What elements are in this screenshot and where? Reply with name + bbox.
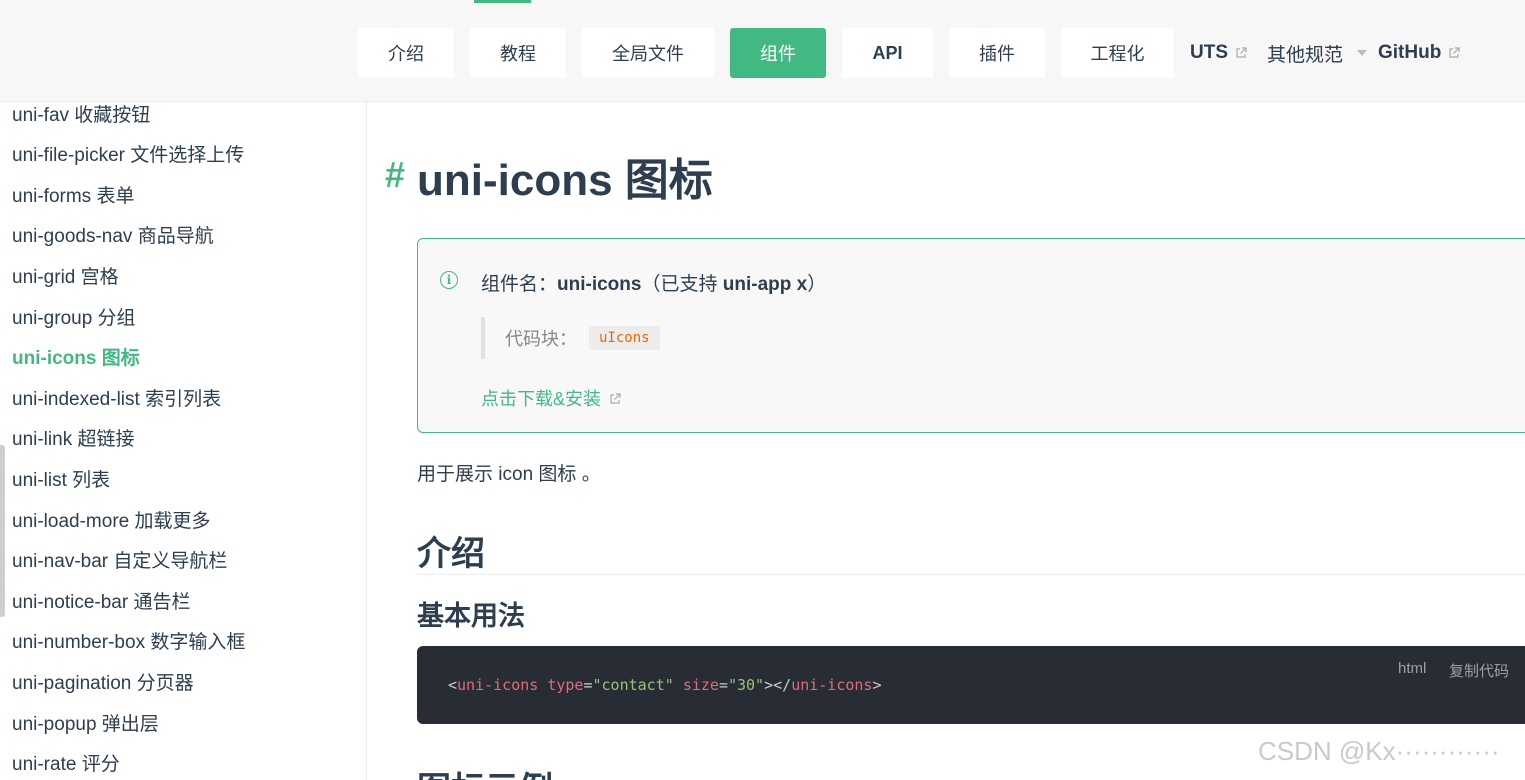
sidebar-item-uni-pagination[interactable]: uni-pagination 分页器 xyxy=(12,668,194,695)
section-heading-icon-examples: 图标示例 xyxy=(417,762,553,780)
sidebar-item-uni-nav-bar[interactable]: uni-nav-bar 自定义导航栏 xyxy=(12,546,227,573)
main-content: # uni-icons 图标 i 组件名：uni-icons（已支持 uni-a… xyxy=(367,102,1525,780)
code-token: size xyxy=(682,676,719,694)
header-anchor-link[interactable]: # xyxy=(385,154,405,196)
info-support: uni-app x xyxy=(722,274,808,295)
sidebar-item-uni-fav[interactable]: uni-fav 收藏按钮 xyxy=(12,102,150,127)
download-link-label: 点击下载&安装 xyxy=(481,389,602,409)
sidebar-item-uni-notice-bar[interactable]: uni-notice-bar 通告栏 xyxy=(12,587,190,614)
nav-intro-button[interactable]: 介绍 xyxy=(358,28,454,78)
sidebar-item-uni-number-box[interactable]: uni-number-box 数字输入框 xyxy=(12,627,245,654)
info-box: i 组件名：uni-icons（已支持 uni-app x） 代码块： uIco… xyxy=(417,238,1525,433)
code-language-label: html xyxy=(1398,660,1427,677)
code-token: < xyxy=(448,676,458,694)
caret-down-icon xyxy=(1357,50,1368,56)
sidebar: uni-fav 收藏按钮 uni-file-picker 文件选择上传 uni-… xyxy=(0,102,367,780)
download-install-link[interactable]: 点击下载&安装 xyxy=(481,385,621,411)
code-token: "contact" xyxy=(592,676,674,694)
code-block: html 复制代码 <uni-icons type="contact" size… xyxy=(417,646,1525,724)
nav-other-specs-dropdown[interactable]: 其他规范 xyxy=(1267,40,1368,66)
nav-engineering-button[interactable]: 工程化 xyxy=(1061,28,1174,78)
info-component-name: uni-icons xyxy=(557,274,642,295)
heading-divider xyxy=(417,574,1525,575)
code-token: uni-icons xyxy=(457,676,539,694)
sidebar-item-uni-load-more[interactable]: uni-load-more 加载更多 xyxy=(12,506,211,533)
info-title: 组件名：uni-icons（已支持 uni-app x） xyxy=(481,269,826,296)
nav-global-files-button[interactable]: 全局文件 xyxy=(582,28,714,78)
sidebar-item-uni-group[interactable]: uni-group 分组 xyxy=(12,303,136,330)
nav-uts-label: UTS xyxy=(1190,42,1228,63)
copy-code-button[interactable]: 复制代码 xyxy=(1449,660,1509,681)
code-token: type xyxy=(547,676,584,694)
code-token: uni-icons xyxy=(791,676,873,694)
sidebar-item-uni-file-picker[interactable]: uni-file-picker 文件选择上传 xyxy=(12,140,244,167)
info-paren-close: ） xyxy=(807,274,827,295)
info-icon: i xyxy=(440,271,458,289)
sidebar-item-uni-popup[interactable]: uni-popup 弹出层 xyxy=(12,709,159,736)
code-token: > xyxy=(872,676,882,694)
external-link-icon xyxy=(610,393,621,404)
watermark: CSDN @Kx············ xyxy=(1258,736,1500,766)
section-heading-intro: 介绍 xyxy=(417,535,485,573)
sidebar-item-uni-grid[interactable]: uni-grid 宫格 xyxy=(12,262,119,289)
external-link-icon xyxy=(1236,47,1247,58)
sidebar-item-uni-icons[interactable]: uni-icons 图标 xyxy=(12,343,140,370)
info-prefix: 组件名： xyxy=(481,274,558,295)
sidebar-item-uni-goods-nav[interactable]: uni-goods-nav 商品导航 xyxy=(12,221,214,248)
nav-tutorial-button[interactable]: 教程 xyxy=(470,28,566,78)
info-paren-open: （已支持 xyxy=(641,274,723,295)
inline-code-snippet: uIcons xyxy=(589,326,660,350)
sidebar-item-uni-list[interactable]: uni-list 列表 xyxy=(12,465,110,492)
sidebar-scroll-handle[interactable] xyxy=(0,445,5,617)
sidebar-item-uni-forms[interactable]: uni-forms 表单 xyxy=(12,181,134,208)
nav-api-button[interactable]: API xyxy=(842,28,933,78)
sidebar-item-uni-link[interactable]: uni-link 超链接 xyxy=(12,424,134,451)
code-token: = xyxy=(718,676,728,694)
nav-github-label: GitHub xyxy=(1378,42,1442,63)
top-navbar: 介绍 教程 全局文件 组件 API 插件 工程化 UTS 其他规范 GitHub xyxy=(0,0,1525,102)
external-link-icon xyxy=(1449,47,1460,58)
code-token: "30" xyxy=(727,676,765,694)
nav-uts-link[interactable]: UTS xyxy=(1190,40,1247,66)
nav-plugins-button[interactable]: 插件 xyxy=(949,28,1045,78)
code-line: <uni-icons type="contact" size="30"></un… xyxy=(448,676,882,694)
sidebar-item-uni-rate[interactable]: uni-rate 评分 xyxy=(12,749,120,776)
subsection-heading-basic-usage: 基本用法 xyxy=(417,601,525,631)
page-title: uni-icons 图标 xyxy=(417,156,713,205)
nav-active-indicator xyxy=(474,0,531,3)
sidebar-item-uni-indexed-list[interactable]: uni-indexed-list 索引列表 xyxy=(12,384,221,411)
nav-components-button[interactable]: 组件 xyxy=(730,28,826,78)
code-token: = xyxy=(583,676,593,694)
code-snippet-quote: 代码块： uIcons xyxy=(481,317,660,359)
nav-other-specs-label: 其他规范 xyxy=(1267,44,1344,66)
description-text: 用于展示 icon 图标 。 xyxy=(417,464,601,485)
code-token: ></ xyxy=(764,676,792,694)
nav-github-link[interactable]: GitHub xyxy=(1378,40,1460,66)
quote-label: 代码块： xyxy=(505,329,577,349)
